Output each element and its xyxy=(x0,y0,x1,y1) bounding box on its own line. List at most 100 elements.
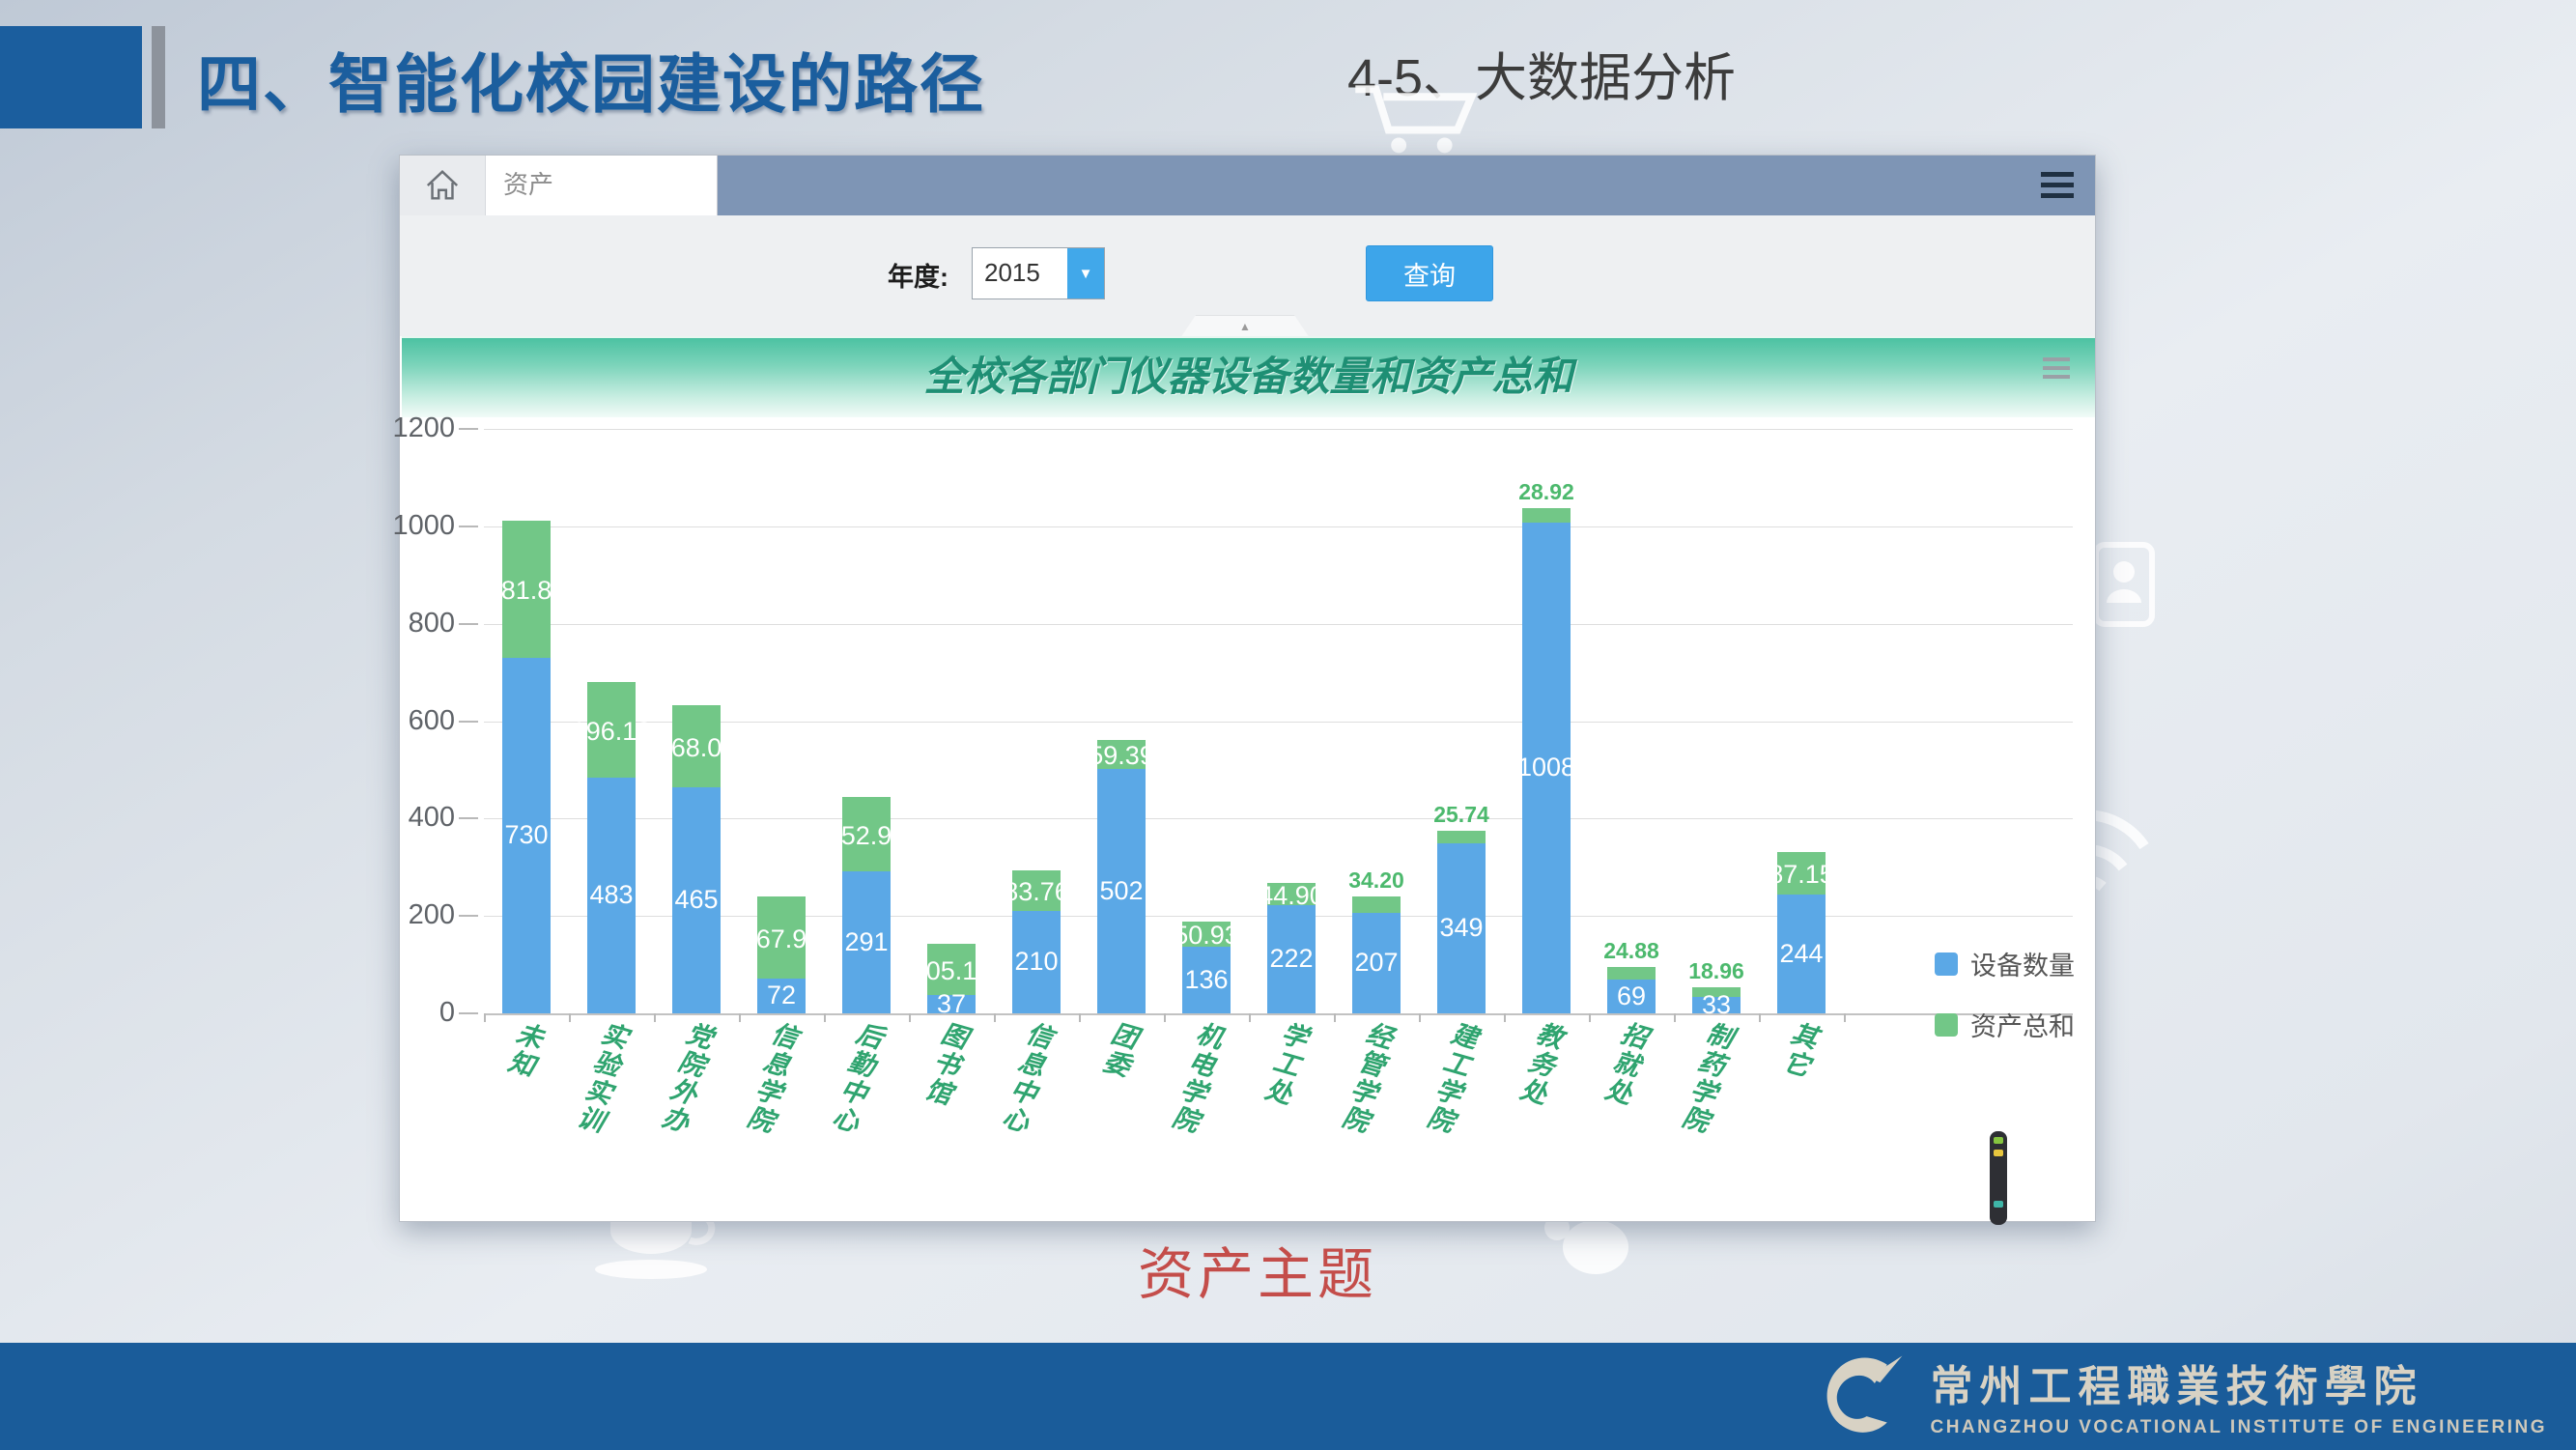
y-axis-label: 1000 xyxy=(376,510,455,542)
y-axis-label: 200 xyxy=(376,899,455,931)
bar-value-label: 72 xyxy=(739,981,824,1010)
x-axis-label: 机电学院 xyxy=(1162,1017,1231,1139)
asset-total-bar-segment xyxy=(1522,508,1571,523)
bar-value-label: 50.93 xyxy=(1164,921,1249,951)
bar-value-label: 196.18 xyxy=(569,717,654,747)
asset-total-bar-segment xyxy=(1607,967,1656,980)
bar-value-label: 69 xyxy=(1589,981,1674,1011)
cart-watermark-icon xyxy=(1350,81,1478,158)
x-axis-label: 图书馆 xyxy=(915,1017,975,1111)
y-axis-label: 1200 xyxy=(376,412,455,444)
x-axis-tick xyxy=(739,1013,741,1022)
school-logo xyxy=(1812,1350,1912,1439)
bar-value-label: 207 xyxy=(1334,948,1419,978)
home-icon xyxy=(424,167,461,204)
legend-label: 资产总和 xyxy=(1970,1006,2075,1043)
bar-value-label: 33 xyxy=(1674,990,1759,1020)
bar-value-label: 1008 xyxy=(1504,753,1589,782)
x-axis-label: 团委 xyxy=(1092,1017,1145,1083)
footer-bar: 常州工程職業技術學院 CHANGZHOU VOCATIONAL INSTITUT… xyxy=(0,1343,2576,1450)
home-button[interactable] xyxy=(400,156,486,215)
bar-value-label: 502 xyxy=(1079,876,1164,906)
x-axis-tick xyxy=(1334,1013,1336,1022)
x-axis-label: 建工学院 xyxy=(1417,1017,1486,1139)
query-button[interactable]: 查询 xyxy=(1366,245,1493,301)
tab-assets[interactable]: 资产 xyxy=(486,156,718,215)
x-axis-label: 信息学院 xyxy=(737,1017,806,1139)
x-axis-label: 后勤中心 xyxy=(822,1017,891,1139)
x-axis-label: 学工处 xyxy=(1255,1017,1315,1111)
slide-background: 四、智能化校园建设的路径 4-5、大数据分析 xyxy=(0,0,2576,1450)
bar-value-label: 25.74 xyxy=(1419,802,1504,828)
gridline xyxy=(484,526,2073,527)
gridline xyxy=(484,429,2073,430)
floating-scrollbar[interactable] xyxy=(1990,1131,2007,1225)
bar-chart-plot-area: 020040060080010001200730281.82未知483196.1… xyxy=(484,429,2073,1013)
x-axis-tick xyxy=(654,1013,656,1022)
app-window: 资产 年度: 2015 ▼ 查询 ▲ 全校各部门仪器设备数量和资产总和 0200… xyxy=(399,155,2096,1222)
legend-item[interactable]: 资产总和 xyxy=(1935,1006,2075,1043)
x-axis-tick xyxy=(1759,1013,1761,1022)
collapse-panel-handle[interactable]: ▲ xyxy=(1180,315,1310,338)
x-axis-tick xyxy=(484,1013,486,1022)
bar-value-label: 465 xyxy=(654,885,739,915)
asset-total-bar-segment xyxy=(1437,831,1486,843)
bar-value-label: 210 xyxy=(994,947,1079,977)
bar-value-label: 730 xyxy=(484,820,569,850)
window-menu-icon[interactable] xyxy=(2041,172,2074,204)
x-axis-tick xyxy=(569,1013,571,1022)
bar-value-label: 24.88 xyxy=(1589,938,1674,964)
x-axis-label: 经管学院 xyxy=(1332,1017,1401,1139)
bar-value-label: 59.39 xyxy=(1079,741,1164,771)
bar-value-label: 34.20 xyxy=(1334,867,1419,894)
bar-value-label: 87.15 xyxy=(1759,860,1844,890)
bar-value-label: 37 xyxy=(909,989,994,1019)
y-axis-tick xyxy=(459,721,478,723)
school-name-cn: 常州工程職業技術學院 xyxy=(1930,1351,2547,1413)
x-axis-tick xyxy=(824,1013,826,1022)
x-axis-tick xyxy=(1589,1013,1591,1022)
legend-swatch xyxy=(1935,1013,1958,1037)
y-axis-tick xyxy=(459,428,478,430)
caption-asset-theme: 资产主题 xyxy=(1138,1229,1377,1310)
x-axis-label: 其它 xyxy=(1772,1017,1825,1083)
x-axis-label: 信息中心 xyxy=(992,1017,1061,1139)
y-axis-label: 0 xyxy=(376,997,455,1029)
chart-panel-titlebar: 全校各部门仪器设备数量和资产总和 xyxy=(402,336,2095,417)
bar-value-label: 281.82 xyxy=(484,576,569,606)
y-axis-tick xyxy=(459,915,478,917)
bar-value-label: 168.06 xyxy=(654,733,739,763)
x-axis-tick xyxy=(1164,1013,1166,1022)
x-axis-label: 制药学院 xyxy=(1672,1017,1741,1139)
x-axis-label: 实验实训 xyxy=(567,1017,636,1139)
x-axis-tick xyxy=(1249,1013,1251,1022)
year-select-value: 2015 xyxy=(973,248,1067,299)
bar-value-label: 136 xyxy=(1164,965,1249,995)
bar-value-label: 167.97 xyxy=(739,924,824,954)
bar-value-label: 28.92 xyxy=(1504,479,1589,505)
bar-value-label: 105.14 xyxy=(909,956,994,986)
x-axis-tick xyxy=(1504,1013,1506,1022)
legend-label: 设备数量 xyxy=(1970,945,2075,982)
x-axis-tick xyxy=(994,1013,996,1022)
bar-value-label: 291 xyxy=(824,927,909,957)
title-accent-square xyxy=(0,26,142,128)
x-axis-tick xyxy=(1419,1013,1421,1022)
year-select[interactable]: 2015 ▼ xyxy=(972,247,1105,299)
gridline xyxy=(484,818,2073,819)
bar-value-label: 222 xyxy=(1249,944,1334,974)
gridline xyxy=(484,1013,2073,1015)
y-axis-tick xyxy=(459,623,478,625)
x-axis-label: 未知 xyxy=(497,1017,550,1083)
chart-menu-icon[interactable] xyxy=(2043,357,2070,384)
gridline xyxy=(484,722,2073,723)
bar-value-label: 83.76 xyxy=(994,877,1079,907)
chevron-down-icon[interactable]: ▼ xyxy=(1067,248,1104,299)
gridline xyxy=(484,624,2073,625)
x-axis-label: 招就处 xyxy=(1595,1017,1655,1111)
legend-item[interactable]: 设备数量 xyxy=(1935,945,2075,982)
slide-title: 四、智能化校园建设的路径 xyxy=(197,33,985,126)
chart-legend: 设备数量资产总和 xyxy=(1935,945,2075,1043)
bar-value-label: 483 xyxy=(569,880,654,910)
y-axis-tick xyxy=(459,817,478,819)
